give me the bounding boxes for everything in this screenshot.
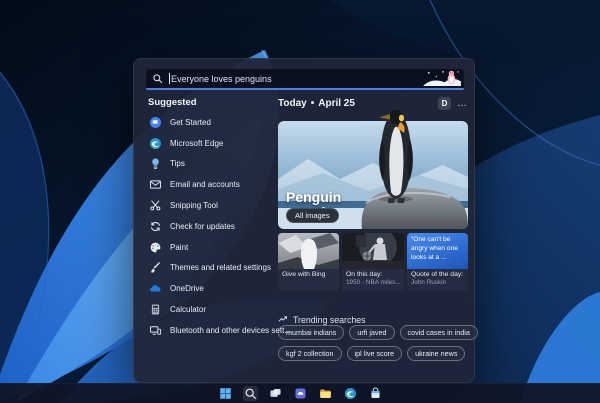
trending-pill[interactable]: ipl live score	[346, 346, 403, 361]
trending-pill[interactable]: kgf 2 collection	[278, 346, 342, 361]
give-with-bing-photo	[278, 233, 339, 269]
taskbar-edge-icon[interactable]	[343, 386, 358, 401]
taskbar-widgets-icon[interactable]	[293, 386, 308, 401]
desktop: Everyone loves penguins Suggested Get St…	[0, 0, 600, 403]
suggested-item[interactable]: Themes and related settings	[148, 258, 274, 279]
hero-title: Penguin	[286, 189, 342, 205]
suggested-item-label: Snipping Tool	[170, 201, 218, 211]
onedrive-icon	[148, 282, 162, 296]
taskbar	[0, 383, 600, 403]
quote-text: “One can't be angry when one looks at a …	[407, 233, 468, 269]
edge-icon	[148, 136, 162, 150]
devices-icon	[148, 323, 162, 337]
email-icon	[148, 178, 162, 192]
suggested-item[interactable]: Tips	[148, 154, 274, 175]
suggested-item[interactable]: Microsoft Edge	[148, 133, 274, 154]
themes-icon	[148, 261, 162, 275]
suggested-heading: Suggested	[148, 97, 197, 108]
suggested-item-label: Check for updates	[170, 221, 235, 231]
suggested-item-label: Bluetooth and other devices sett...	[170, 325, 291, 335]
updates-icon	[148, 219, 162, 233]
suggested-item[interactable]: OneDrive	[148, 278, 274, 299]
suggested-item[interactable]: Snipping Tool	[148, 195, 274, 216]
card-caption: Give with Bing	[282, 271, 326, 278]
text-caret	[169, 73, 170, 84]
on-this-day-card[interactable]: On this day: 1950 - NBA miles...	[342, 233, 404, 291]
calculator-icon	[148, 303, 162, 317]
snipping-icon	[148, 199, 162, 213]
card-subcaption: John Ruskin	[411, 279, 447, 286]
suggested-list: Get Started Microsoft Edge Tips Email and a…	[148, 112, 291, 341]
quote-of-the-day-card[interactable]: “One can't be angry when one looks at a …	[407, 233, 468, 291]
tips-icon	[148, 157, 162, 171]
card-caption: On this day:	[346, 271, 383, 278]
suggested-item-label: Tips	[170, 159, 185, 169]
suggested-item[interactable]: Paint	[148, 237, 274, 258]
suggested-item[interactable]: Get Started	[148, 112, 274, 133]
trending-pills-row-2: kgf 2 collection ipl live score ukraine ne…	[278, 346, 466, 361]
taskbar-store-icon[interactable]	[368, 386, 383, 401]
suggested-item-label: Get Started	[170, 117, 211, 127]
trending-pill[interactable]: ukraine news	[407, 346, 466, 361]
search-input[interactable]: Everyone loves penguins	[146, 69, 464, 90]
search-flyout: Everyone loves penguins Suggested Get St…	[133, 58, 478, 383]
on-this-day-photo	[342, 233, 404, 269]
suggested-item[interactable]: Bluetooth and other devices sett...	[148, 320, 291, 341]
trending-title: Trending searches	[293, 315, 366, 325]
trending-pill[interactable]: mumbai indians	[278, 325, 345, 340]
suggested-item-label: Themes and related settings	[170, 263, 271, 273]
suggested-item[interactable]: Calculator	[148, 299, 274, 320]
penguin-illustration	[423, 70, 461, 86]
give-with-bing-card[interactable]: Give with Bing	[278, 233, 339, 291]
suggested-item-label: OneDrive	[170, 284, 204, 294]
daily-image-card[interactable]: Penguin All images	[278, 110, 468, 229]
search-icon	[152, 73, 163, 84]
card-subcaption: 1950 - NBA miles...	[346, 279, 401, 286]
taskbar-task-view-icon[interactable]	[268, 386, 283, 401]
trending-pill[interactable]: covid cases in india	[399, 325, 478, 340]
taskbar-start-icon[interactable]	[218, 386, 233, 401]
suggested-item[interactable]: Email and accounts	[148, 174, 274, 195]
card-caption: Quote of the day:	[411, 271, 464, 278]
suggested-item-label: Microsoft Edge	[170, 138, 224, 148]
taskbar-file-explorer-icon[interactable]	[318, 386, 333, 401]
all-images-button[interactable]: All images	[286, 208, 339, 223]
suggested-item[interactable]: Check for updates	[148, 216, 274, 237]
trending-pill[interactable]: urfi javed	[349, 325, 395, 340]
get-started-icon	[148, 115, 162, 129]
trending-pills-row-1: mumbai indians urfi javed covid cases in i…	[278, 325, 478, 340]
more-options-button[interactable]: …	[457, 98, 468, 108]
taskbar-search-icon[interactable]	[242, 386, 258, 401]
suggested-item-label: Calculator	[170, 305, 207, 315]
daily-cards-row: Give with Bing On this day: 1950 - NBA m…	[278, 233, 468, 291]
suggested-item-label: Paint	[170, 242, 189, 252]
suggested-item-label: Email and accounts	[170, 180, 240, 190]
search-query-text: Everyone loves penguins	[171, 73, 272, 84]
paint-icon	[148, 240, 162, 254]
